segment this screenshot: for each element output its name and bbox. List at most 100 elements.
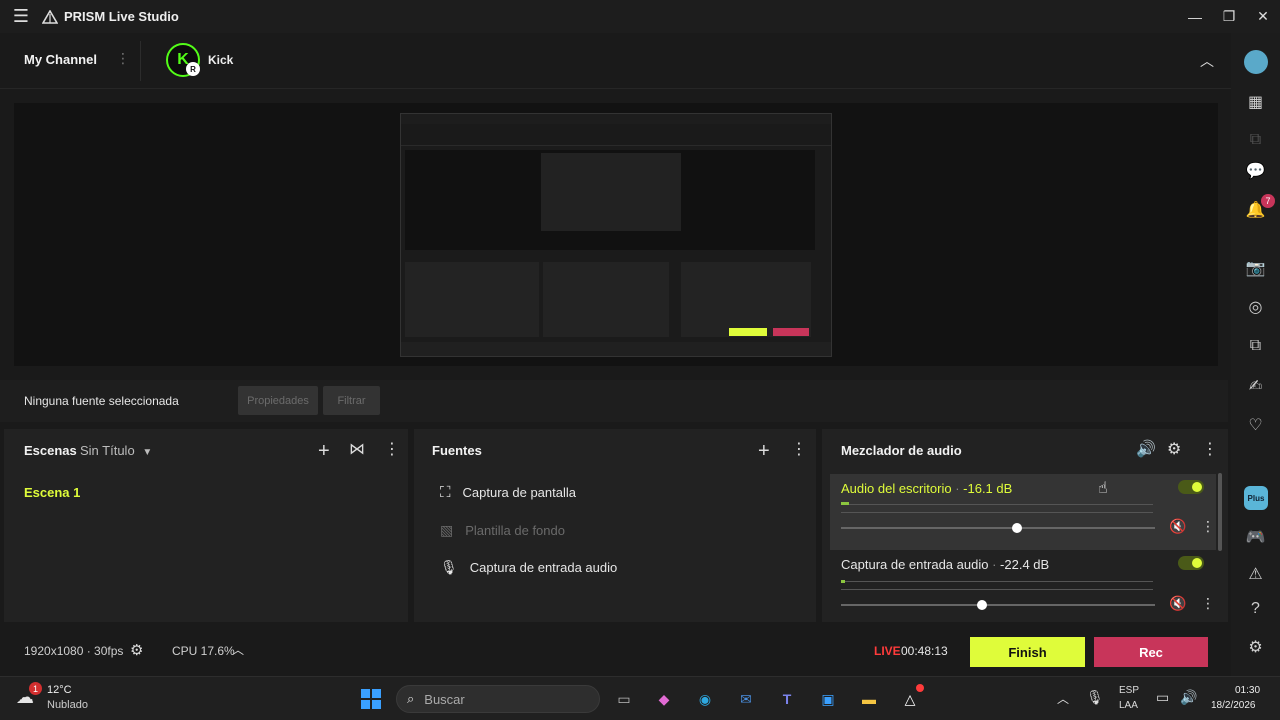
channel-more-icon[interactable]: ⋮: [1201, 519, 1215, 533]
copy-icon[interactable]: ⧉: [1231, 337, 1280, 355]
channel-more-icon[interactable]: ⋮: [116, 50, 130, 67]
preview-screen-capture: [400, 113, 832, 357]
chevron-up-icon[interactable]: ︿: [232, 644, 244, 656]
right-sidebar: ▦ ⧉ 💬 🔔 7 📷 ◎ ⧉ ✍ ♡ Plus 🎮 ⚠ ? ⚙: [1231, 33, 1280, 676]
source-label: Captura de entrada audio: [469, 560, 618, 575]
resolution-label: 1920x1080 · 30fps: [24, 644, 124, 658]
search-placeholder: Buscar: [424, 691, 465, 707]
channel-name: Audio del escritorio · -16.1 dB: [841, 481, 1013, 496]
layout-icon[interactable]: ▦: [1231, 92, 1280, 112]
chevron-up-icon[interactable]: ︿: [1057, 690, 1069, 707]
gear-icon[interactable]: ⚙: [1231, 637, 1280, 657]
live-indicator: LIVE: [874, 644, 901, 658]
channel-level: -22.4 dB: [1000, 557, 1050, 572]
chevron-down-icon: ▼: [142, 447, 153, 458]
game-icon[interactable]: 🎮: [1231, 527, 1280, 547]
file-explorer-icon[interactable]: ▬: [856, 687, 882, 711]
taskbar-search[interactable]: ⌕ Buscar: [396, 685, 600, 713]
close-icon[interactable]: ✕: [1246, 0, 1280, 33]
volume-slider-handle[interactable]: [977, 600, 988, 610]
teams-icon[interactable]: T: [774, 687, 800, 711]
volume-slider[interactable]: [841, 527, 1155, 529]
transition-icon[interactable]: ⋈: [349, 442, 365, 458]
finish-button[interactable]: Finish: [970, 637, 1085, 667]
mixer-channel-row[interactable]: Captura de entrada audio · -22.4 dB 🔇 ⋮: [830, 552, 1216, 622]
channel-toggle[interactable]: [1178, 480, 1204, 494]
recording-dot: [916, 684, 924, 692]
channel-level: -16.1 dB: [963, 481, 1013, 496]
scene-item[interactable]: Escena 1: [24, 485, 80, 500]
draw-icon[interactable]: ✍: [1231, 376, 1280, 396]
language-line1[interactable]: ESP: [1119, 685, 1139, 696]
microphone-icon: 🎙: [440, 559, 458, 575]
speaker-icon[interactable]: 🔊: [1136, 442, 1156, 458]
channel-toggle[interactable]: [1178, 556, 1204, 570]
add-source-icon[interactable]: +: [758, 441, 770, 461]
alert-icon[interactable]: ⚠: [1231, 564, 1280, 584]
platform-label: Kick: [208, 53, 234, 67]
settings-gear-icon[interactable]: ⚙: [130, 643, 143, 658]
network-icon[interactable]: ▭: [1156, 689, 1169, 706]
channel-name: Captura de entrada audio · -22.4 dB: [841, 557, 1050, 572]
mixer-channel-row[interactable]: Audio del escritorio · -16.1 dB 🔇 ⋮: [830, 474, 1216, 550]
mail-icon[interactable]: ✉: [733, 687, 759, 711]
scene-collection-dropdown[interactable]: Sin Título ▼: [80, 443, 152, 458]
mute-icon[interactable]: 🔇: [1169, 596, 1186, 610]
minimize-icon[interactable]: —: [1178, 0, 1212, 33]
screen-capture-icon: ⛶: [440, 484, 451, 501]
source-item[interactable]: 🎙 Captura de entrada audio: [440, 559, 617, 576]
source-item[interactable]: ▧ Plantilla de fondo: [440, 522, 565, 539]
notification-badge: 7: [1261, 194, 1275, 208]
windows-start-icon[interactable]: [358, 687, 384, 711]
chevron-up-icon[interactable]: ︿: [1200, 51, 1214, 71]
task-view-icon[interactable]: ▭: [611, 687, 637, 711]
gear-icon[interactable]: ⚙: [1167, 442, 1181, 458]
maximize-icon[interactable]: ❐: [1212, 0, 1246, 33]
prism-logo-icon: [42, 9, 58, 24]
heart-icon[interactable]: ♡: [1231, 415, 1280, 435]
windows-taskbar: ☁ 1 12°C Nublado ⌕ Buscar ▭ ◆ ◉ ✉ T ▣ ▬ …: [0, 676, 1280, 720]
multi-screen-icon[interactable]: ⧉: [1231, 131, 1280, 149]
weather-badge: 1: [29, 682, 42, 695]
clock-date: 18/2/2026: [1211, 700, 1256, 711]
avatar[interactable]: [1244, 50, 1268, 74]
help-icon[interactable]: ?: [1231, 600, 1280, 618]
mixer-more-icon[interactable]: ⋮: [1202, 442, 1218, 458]
sources-more-icon[interactable]: ⋮: [791, 442, 807, 458]
mixer-scrollbar[interactable]: [1218, 473, 1222, 551]
camera-icon[interactable]: 📷: [1231, 258, 1280, 278]
scenes-more-icon[interactable]: ⋮: [384, 442, 400, 458]
cpu-label: CPU 17.6%: [172, 644, 235, 658]
channel-name[interactable]: My Channel: [24, 52, 97, 67]
volume-slider[interactable]: [841, 604, 1155, 606]
plus-badge[interactable]: Plus: [1244, 486, 1268, 510]
copilot-icon[interactable]: ◆: [651, 687, 677, 711]
microphone-icon[interactable]: 🎙: [1086, 689, 1104, 706]
properties-button[interactable]: Propiedades: [238, 386, 318, 415]
add-scene-icon[interactable]: +: [318, 441, 330, 461]
filter-button[interactable]: Filtrar: [323, 386, 380, 415]
platform-badge: R: [186, 62, 200, 76]
no-source-label: Ninguna fuente seleccionada: [24, 394, 179, 408]
channel-more-icon[interactable]: ⋮: [1201, 596, 1215, 610]
rec-button[interactable]: Rec: [1094, 637, 1208, 667]
clock-time[interactable]: 01:30: [1235, 685, 1260, 696]
app-title: PRISM Live Studio: [64, 9, 179, 24]
chat-icon[interactable]: 💬: [1231, 161, 1280, 181]
volume-icon[interactable]: 🔊: [1180, 689, 1197, 706]
divider: [140, 41, 141, 81]
edge-icon[interactable]: ◉: [692, 687, 718, 711]
volume-slider-handle[interactable]: [1011, 523, 1022, 533]
mute-icon[interactable]: 🔇: [1169, 519, 1186, 533]
scenes-title: Escenas: [24, 443, 77, 458]
store-icon[interactable]: ▣: [815, 687, 841, 711]
mixer-title: Mezclador de audio: [841, 443, 962, 458]
language-line2: LAA: [1119, 700, 1138, 711]
virtual-camera-icon[interactable]: ◎: [1231, 297, 1280, 317]
mouse-cursor-icon: ☝: [1098, 480, 1108, 497]
weather-desc: Nublado: [47, 699, 88, 711]
search-icon: ⌕: [407, 691, 415, 706]
hamburger-menu-icon[interactable]: ☰: [0, 0, 42, 33]
source-item[interactable]: ⛶ Captura de pantalla: [440, 484, 576, 501]
source-label: Captura de pantalla: [462, 485, 576, 500]
